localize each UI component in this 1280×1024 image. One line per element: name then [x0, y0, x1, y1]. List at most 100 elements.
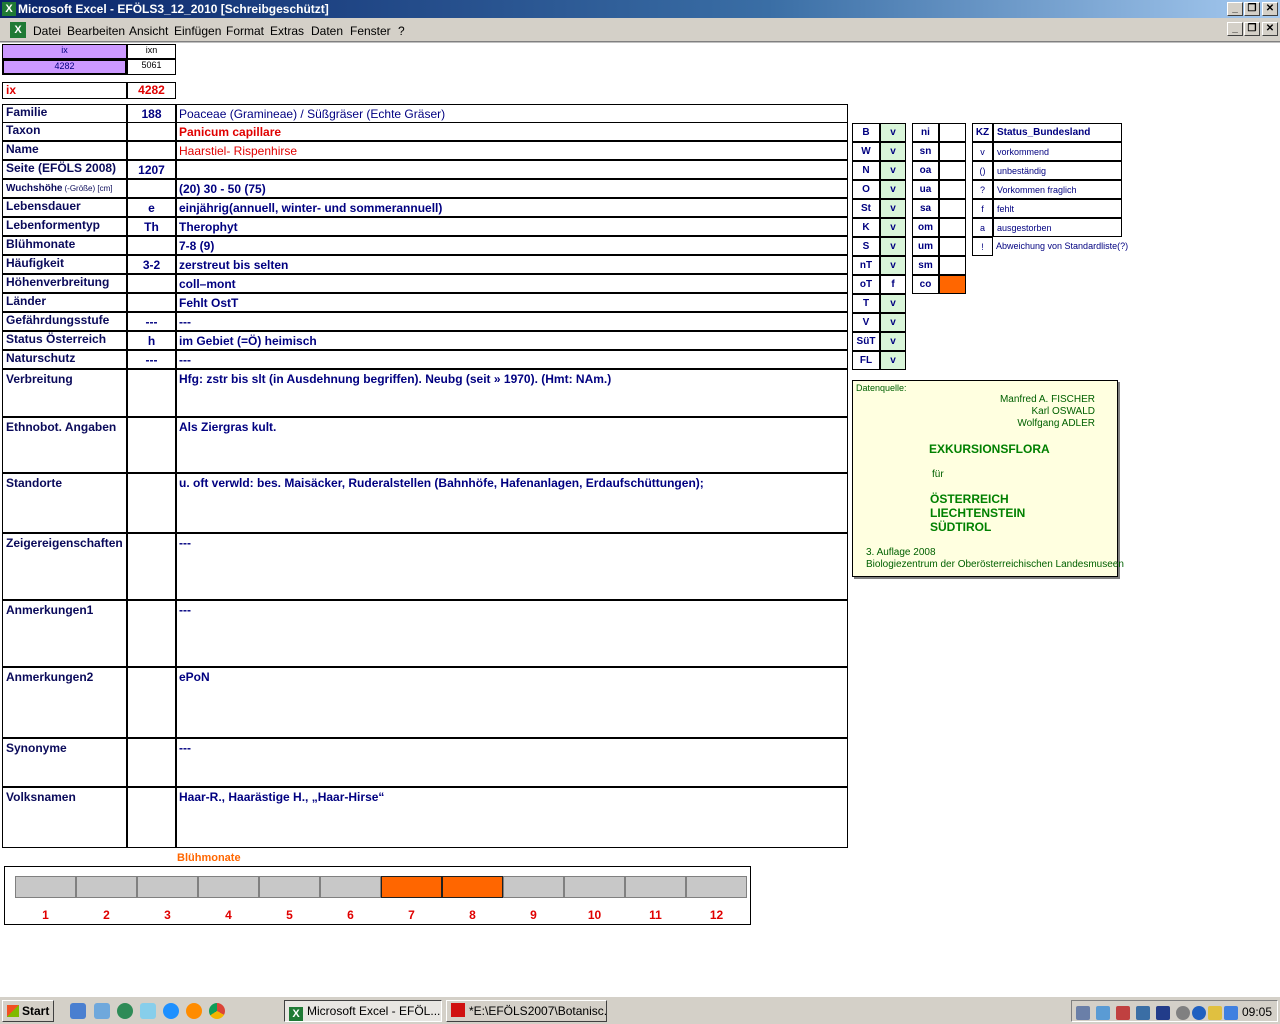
region-status[interactable] [939, 142, 966, 161]
row-code[interactable] [127, 274, 176, 293]
explorer-icon[interactable] [94, 1003, 110, 1019]
state-status[interactable]: v [880, 351, 906, 370]
task-botanisc[interactable]: *E:\EFÖLS2007\Botanisc... [446, 1000, 607, 1022]
tray-icon-6[interactable] [1176, 1006, 1190, 1020]
menu-datei[interactable]: Datei [33, 24, 61, 38]
state-status[interactable]: v [880, 218, 906, 237]
menu-bearbeiten[interactable]: Bearbeiten [67, 24, 125, 38]
state-status[interactable]: v [880, 237, 906, 256]
block-value[interactable]: Hfg: zstr bis slt (in Ausdehnung begriff… [176, 369, 848, 417]
restore-button[interactable]: ❐ [1244, 2, 1260, 16]
tray-icon-3[interactable] [1116, 1006, 1130, 1020]
state-status[interactable]: v [880, 199, 906, 218]
workbook-icon[interactable]: X [10, 22, 26, 38]
row-code[interactable]: 1207 [127, 160, 176, 179]
doc-restore-button[interactable]: ❐ [1244, 22, 1260, 36]
task-excel[interactable]: X Microsoft Excel - EFÖL... [284, 1000, 442, 1022]
menu-help[interactable]: ? [398, 24, 405, 38]
row-code[interactable] [127, 122, 176, 141]
volume-icon[interactable] [1224, 1006, 1238, 1020]
doc-minimize-button[interactable]: _ [1227, 22, 1243, 36]
search-icon[interactable] [1096, 1006, 1110, 1020]
menu-einfuegen[interactable]: Einfügen [174, 24, 221, 38]
block-value[interactable]: --- [176, 533, 848, 600]
row-value[interactable]: Therophyt [176, 217, 848, 236]
state-status[interactable]: v [880, 294, 906, 313]
menu-daten[interactable]: Daten [311, 24, 343, 38]
menu-format[interactable]: Format [226, 24, 264, 38]
state-status[interactable]: v [880, 332, 906, 351]
tray-icon-8[interactable] [1208, 1006, 1222, 1020]
doc-close-button[interactable]: ✕ [1262, 22, 1278, 36]
close-button[interactable]: ✕ [1262, 2, 1278, 16]
show-desktop-icon[interactable] [70, 1003, 86, 1019]
row-code[interactable]: --- [127, 350, 176, 369]
row-code[interactable]: 188 [127, 104, 176, 123]
region-status[interactable] [939, 161, 966, 180]
row-value[interactable]: Panicum capillare [176, 122, 848, 141]
internet-explorer-icon[interactable] [163, 1003, 179, 1019]
row-value[interactable]: --- [176, 312, 848, 331]
block-value[interactable]: Als Ziergras kult. [176, 417, 848, 473]
network-icon[interactable] [140, 1003, 156, 1019]
block-value[interactable]: --- [176, 738, 848, 787]
row-code[interactable]: 3-2 [127, 255, 176, 274]
row-code[interactable]: --- [127, 312, 176, 331]
block-code-cell[interactable] [127, 738, 176, 787]
state-status[interactable]: v [880, 161, 906, 180]
ixn-value-cell[interactable]: 5061 [127, 59, 176, 75]
row-value[interactable]: zerstreut bis selten [176, 255, 848, 274]
excel-icon[interactable]: X [2, 2, 16, 16]
row-code[interactable] [127, 293, 176, 312]
row-code[interactable]: e [127, 198, 176, 217]
block-value[interactable]: u. oft verwld: bes. Maisäcker, Ruderalst… [176, 473, 848, 533]
row-code[interactable] [127, 141, 176, 160]
menu-fenster[interactable]: Fenster [350, 24, 391, 38]
ix-value-cell[interactable]: 4282 [2, 59, 127, 75]
row-code[interactable] [127, 179, 176, 198]
block-value[interactable]: --- [176, 600, 848, 667]
region-status[interactable] [939, 256, 966, 275]
block-code-cell[interactable] [127, 600, 176, 667]
region-status[interactable] [939, 275, 966, 294]
block-code-cell[interactable] [127, 417, 176, 473]
block-value[interactable]: ePoN [176, 667, 848, 738]
menu-ansicht[interactable]: Ansicht [129, 24, 168, 38]
row-code[interactable] [127, 236, 176, 255]
row-code[interactable]: Th [127, 217, 176, 236]
block-code-cell[interactable] [127, 667, 176, 738]
start-button[interactable]: Start [2, 1000, 54, 1022]
row-value[interactable]: (20) 30 - 50 (75) [176, 179, 848, 198]
state-status[interactable]: v [880, 123, 906, 142]
row-value[interactable]: Poaceae (Gramineae) / Süßgräser (Echte G… [176, 104, 848, 123]
row-value[interactable]: im Gebiet (=Ö) heimisch [176, 331, 848, 350]
block-value[interactable]: Haar-R., Haarästige H., „Haar-Hirse“ [176, 787, 848, 848]
row-value[interactable]: --- [176, 350, 848, 369]
tray-icon-4[interactable] [1136, 1006, 1150, 1020]
row-value[interactable] [176, 160, 848, 179]
row-value[interactable]: 7-8 (9) [176, 236, 848, 255]
tray-icon-1[interactable] [1076, 1006, 1090, 1020]
region-status[interactable] [939, 237, 966, 256]
block-code-cell[interactable] [127, 533, 176, 600]
row-value[interactable]: Fehlt OstT [176, 293, 848, 312]
state-status[interactable]: v [880, 180, 906, 199]
region-status[interactable] [939, 218, 966, 237]
menu-extras[interactable]: Extras [270, 24, 304, 38]
minimize-button[interactable]: _ [1227, 2, 1243, 16]
state-status[interactable]: f [880, 275, 906, 294]
block-code-cell[interactable] [127, 369, 176, 417]
region-status[interactable] [939, 199, 966, 218]
row-code[interactable]: h [127, 331, 176, 350]
region-status[interactable] [939, 180, 966, 199]
block-code-cell[interactable] [127, 787, 176, 848]
firefox-icon[interactable] [186, 1003, 202, 1019]
state-status[interactable]: v [880, 256, 906, 275]
state-status[interactable]: v [880, 142, 906, 161]
shield-icon[interactable] [1156, 1006, 1170, 1020]
row-value[interactable]: einjährig(annuell, winter- und sommerann… [176, 198, 848, 217]
media-player-icon[interactable] [117, 1003, 133, 1019]
state-status[interactable]: v [880, 313, 906, 332]
block-code-cell[interactable] [127, 473, 176, 533]
info-icon[interactable] [1192, 1006, 1206, 1020]
